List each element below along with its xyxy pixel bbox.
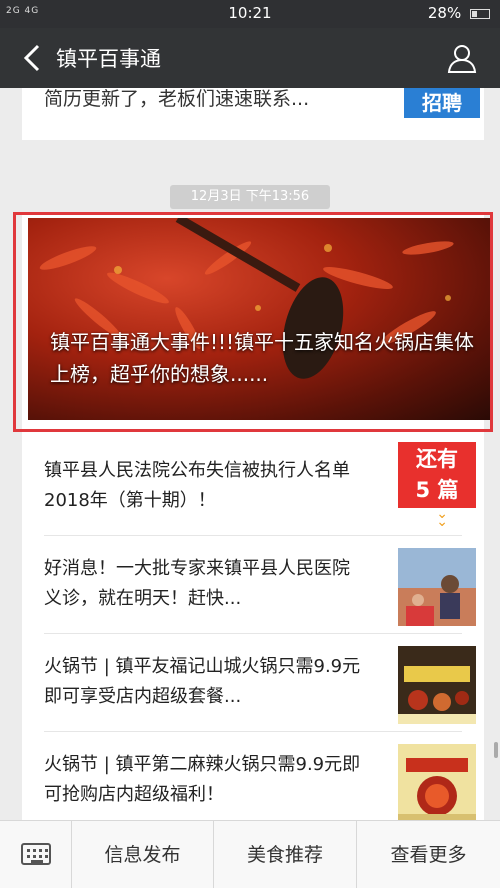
list-item-thumbnail bbox=[398, 646, 476, 724]
list-item-title: 好消息！一大批专家来镇平县人民医院义诊，就在明天！赶快... bbox=[44, 558, 350, 609]
list-item[interactable]: 镇平县人民法院公布失信被执行人名单2018年（第十期）！ 还有 5 篇 ⌄ ⌄ bbox=[22, 438, 484, 536]
previous-article-card[interactable]: 简历更新了，老板们速速联系... 招聘 bbox=[22, 88, 484, 140]
hotpot-poster-icon bbox=[398, 646, 476, 724]
list-item-title: 火锅节 | 镇平友福记山城火锅只需9.9元即可享受店内超级套餐... bbox=[44, 656, 361, 707]
message-feed[interactable]: 简历更新了，老板们速速联系... 招聘 12月3日 下午13:56 镇平百事通大… bbox=[0, 88, 500, 820]
more-articles-badge[interactable]: 还有 5 篇 bbox=[398, 442, 476, 508]
list-item[interactable]: 火锅节 | 镇平第二麻辣火锅只需9.9元即可抢购店内超级福利！ bbox=[22, 732, 484, 820]
keyboard-toggle-button[interactable] bbox=[0, 821, 72, 888]
list-item-title: 火锅节 | 镇平第二麻辣火锅只需9.9元即可抢购店内超级福利！ bbox=[44, 754, 361, 805]
bottom-menu-bar: 信息发布 美食推荐 查看更多 bbox=[0, 820, 500, 888]
double-chevron-down-icon: ⌄ ⌄ bbox=[436, 506, 448, 530]
user-icon bbox=[447, 45, 477, 73]
hero-caption: 镇平百事通大事件!!!镇平十五家知名火锅店集体上榜，超乎你的想象...... bbox=[50, 330, 475, 386]
list-item-title: 镇平县人民法院公布失信被执行人名单2018年（第十期）！ bbox=[44, 460, 350, 511]
battery-icon bbox=[470, 8, 490, 19]
list-item-thumbnail bbox=[398, 744, 476, 820]
list-item[interactable]: 好消息！一大批专家来镇平县人民医院义诊，就在明天！赶快... bbox=[22, 536, 484, 634]
keyboard-icon bbox=[21, 843, 51, 865]
status-time: 10:21 bbox=[228, 4, 272, 22]
battery-indicator: 28% bbox=[428, 4, 490, 22]
chevron-left-icon bbox=[23, 44, 40, 72]
battery-percent: 28% bbox=[427, 4, 462, 22]
list-item-thumbnail bbox=[398, 548, 476, 626]
message-timestamp: 12月3日 下午13:56 bbox=[170, 185, 330, 209]
status-bar: 2G 4G 10:21 28% bbox=[0, 0, 500, 28]
clinic-photo-icon bbox=[398, 548, 476, 626]
hotpot-poster-icon bbox=[398, 744, 476, 820]
back-button[interactable] bbox=[18, 42, 48, 74]
menu-publish-info[interactable]: 信息发布 bbox=[72, 821, 214, 888]
nav-bar: 镇平百事通 bbox=[0, 28, 500, 88]
list-item[interactable]: 火锅节 | 镇平友福记山城火锅只需9.9元即可享受店内超级套餐... bbox=[22, 634, 484, 732]
hero-article[interactable]: 镇平百事通大事件!!!镇平十五家知名火锅店集体上榜，超乎你的想象...... bbox=[28, 218, 490, 420]
more-badge-line2: 5 篇 bbox=[415, 478, 459, 502]
menu-food-recommend[interactable]: 美食推荐 bbox=[214, 821, 357, 888]
article-thumbnail: 招聘 bbox=[404, 88, 480, 118]
article-title-truncated: 简历更新了，老板们速速联系... bbox=[44, 88, 310, 110]
menu-view-more[interactable]: 查看更多 bbox=[357, 821, 500, 888]
profile-button[interactable] bbox=[446, 42, 478, 74]
more-badge-line1: 还有 bbox=[416, 447, 458, 471]
scrollbar-thumb[interactable] bbox=[494, 742, 498, 758]
page-title: 镇平百事通 bbox=[56, 47, 161, 71]
article-group-card: 镇平百事通大事件!!!镇平十五家知名火锅店集体上榜，超乎你的想象...... 镇… bbox=[13, 212, 493, 820]
